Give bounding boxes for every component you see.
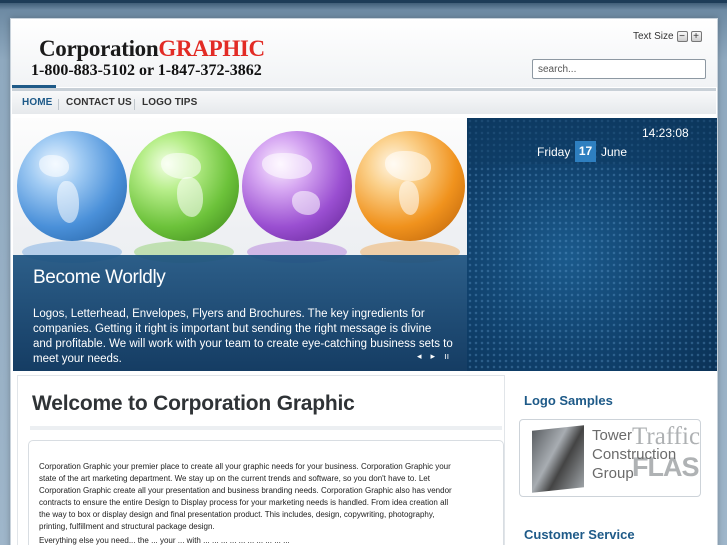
page-title: Welcome to Corporation Graphic <box>32 392 355 415</box>
logo-samples-heading: Logo Samples <box>524 393 613 408</box>
globe-purple-image <box>242 131 352 241</box>
intro-box: Corporation Graphic your premier place t… <box>28 440 504 545</box>
main-nav: HOME CONTACT US LOGO TIPS <box>12 88 716 114</box>
nav-item-logo-tips[interactable]: LOGO TIPS <box>142 97 197 108</box>
globe-green-image <box>129 131 239 241</box>
building-graphic <box>532 425 584 493</box>
slide-controls: ◂ ▸ ıı <box>417 351 449 362</box>
nav-divider <box>134 99 135 110</box>
intro-paragraph-cut: Everything else you need... the ... your… <box>39 536 290 545</box>
clock-time: 14:23:08 <box>642 126 689 140</box>
site-header: CorporationGRAPHIC 1-800-883-5102 or 1-8… <box>11 19 717 87</box>
logo-text-main: Corporation <box>39 36 159 61</box>
sample-line-2: Construction <box>592 446 677 463</box>
globe-blue-image <box>17 131 127 241</box>
page-container: CorporationGRAPHIC 1-800-883-5102 or 1-8… <box>10 18 718 545</box>
site-logo[interactable]: CorporationGRAPHIC <box>39 37 265 61</box>
slide-description: Logos, Letterhead, Envelopes, Flyers and… <box>33 308 453 365</box>
top-strip <box>0 0 727 3</box>
clock-month: June <box>601 145 628 159</box>
search-input[interactable] <box>532 59 706 79</box>
text-size-increase-button[interactable]: + <box>690 31 702 42</box>
main-content: Welcome to Corporation Graphic Corporati… <box>17 375 505 545</box>
sidebar: Logo Samples Traffic FLASH Tower Constru… <box>511 375 717 545</box>
customer-service-heading: Customer Service <box>524 527 635 542</box>
intro-paragraph: Corporation Graphic your premier place t… <box>39 462 452 531</box>
slide-caption: Become Worldly Logos, Letterhead, Envelo… <box>13 255 468 371</box>
text-size-label: Text Size <box>633 31 674 42</box>
title-divider <box>30 426 502 430</box>
text-size-control: Text Size − + <box>633 31 702 42</box>
nav-item-home[interactable]: HOME <box>22 97 52 108</box>
slideshow-banner: Become Worldly Logos, Letterhead, Envelo… <box>13 118 468 371</box>
nav-divider <box>58 99 59 110</box>
slide-pause-icon[interactable]: ıı <box>444 351 449 362</box>
slide-title: Become Worldly <box>33 267 166 288</box>
globe-orange-image <box>355 131 465 241</box>
sample-line-1: Tower <box>592 427 633 444</box>
phone-numbers: 1-800-883-5102 or 1-847-372-3862 <box>31 62 262 79</box>
clock-day-name: Friday <box>537 145 571 159</box>
text-size-decrease-button[interactable]: − <box>676 31 688 42</box>
nav-item-contact-us[interactable]: CONTACT US <box>66 97 132 108</box>
datetime-panel: 14:23:08 Friday 17 June <box>467 118 717 371</box>
sample-line-3: Group <box>592 465 634 482</box>
clock-day-number: 17 <box>575 141 596 162</box>
slide-next-icon[interactable]: ▸ <box>431 351 436 362</box>
logo-text-accent: GRAPHIC <box>158 36 265 61</box>
slide-prev-icon[interactable]: ◂ <box>417 351 422 362</box>
logo-sample-image[interactable]: Traffic FLASH Tower Construction Group <box>519 419 701 497</box>
